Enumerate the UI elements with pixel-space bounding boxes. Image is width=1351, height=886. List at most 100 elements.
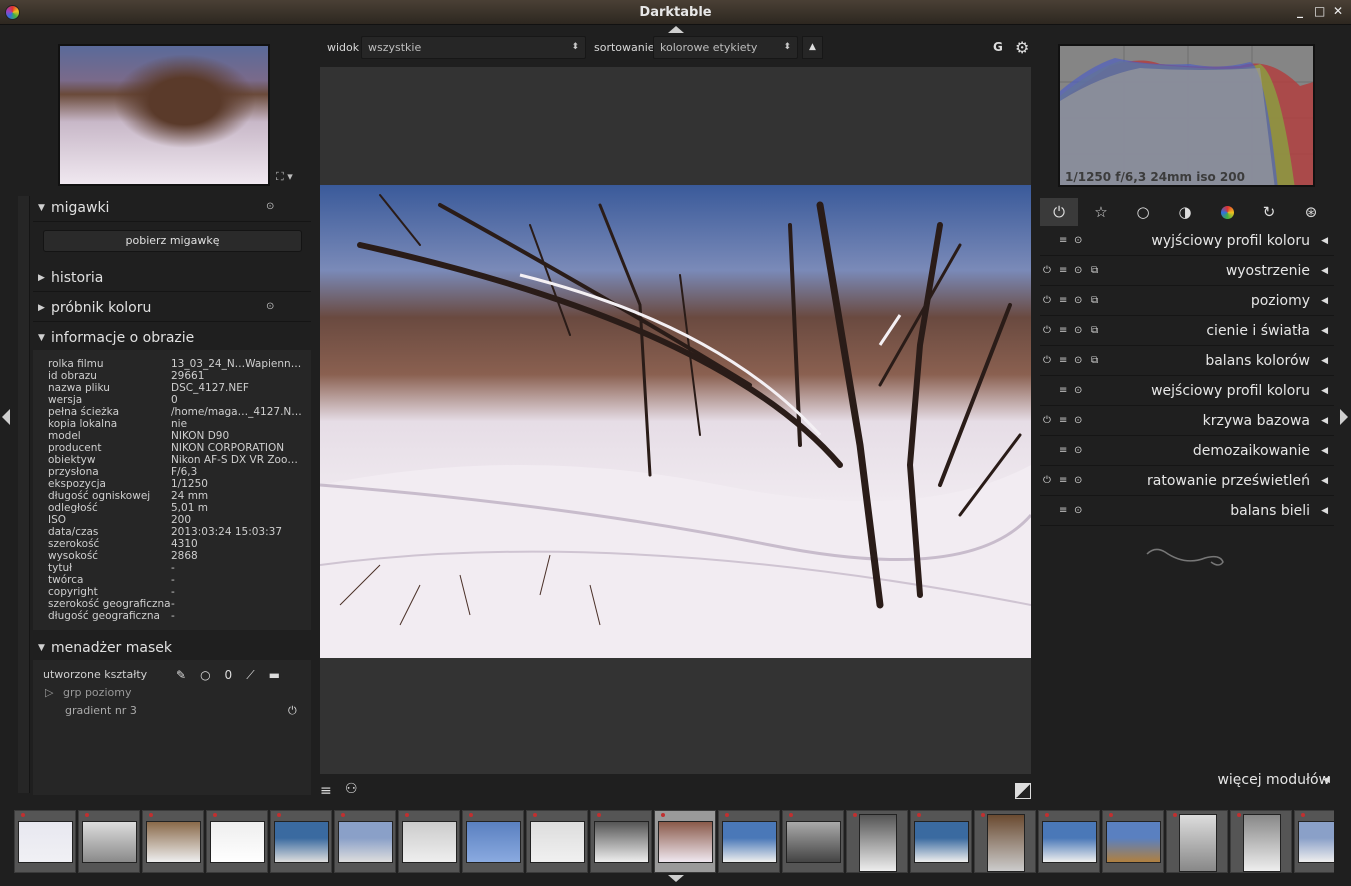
module-reset-icon[interactable]: ⊙: [1074, 385, 1082, 396]
module-power-icon[interactable]: ⏻: [1043, 415, 1051, 426]
correction-group-icon[interactable]: ↻: [1250, 198, 1288, 226]
filmstrip-thumbnail[interactable]: [718, 810, 780, 873]
module-reset-icon[interactable]: ⊙: [1074, 415, 1082, 426]
filmstrip-thumbnail[interactable]: [206, 810, 268, 873]
take-snapshot-button[interactable]: pobierz migawkę: [43, 230, 302, 252]
module-reset-icon[interactable]: ⊙: [1074, 235, 1082, 246]
brush-icon[interactable]: ⟋: [246, 668, 254, 683]
module-power-icon[interactable]: ⏻: [1043, 355, 1051, 366]
maximize-button[interactable]: □: [1314, 4, 1325, 18]
mask-group-row[interactable]: ▷ grp poziomy: [45, 686, 131, 699]
zoom-fit-dropdown[interactable]: ⛶ ▾: [276, 170, 293, 184]
processing-module[interactable]: ≡ ⊙ wyjściowy profil koloru ◀: [1040, 228, 1334, 256]
filmstrip-thumbnail[interactable]: [1166, 810, 1228, 873]
processing-module[interactable]: ⏻ ≡ ⊙ krzywa bazowa ◀: [1040, 408, 1334, 436]
module-power-icon[interactable]: ⏻: [1043, 265, 1051, 276]
processing-module[interactable]: ⏻ ≡ ⊙ ratowanie prześwietleń ◀: [1040, 468, 1334, 496]
module-history[interactable]: ▶ historia: [33, 266, 311, 292]
filmstrip-thumbnail[interactable]: [846, 810, 908, 873]
effect-group-aperture-icon[interactable]: ⊛: [1292, 198, 1330, 226]
main-photo[interactable]: [320, 185, 1031, 658]
filmstrip-thumbnail[interactable]: [974, 810, 1036, 873]
filmstrip-thumbnail[interactable]: [1102, 810, 1164, 873]
module-expand-icon[interactable]: ◀: [1321, 416, 1328, 426]
module-reset-icon[interactable]: ⊙: [1074, 355, 1082, 366]
module-power-icon[interactable]: ⏻: [1043, 325, 1051, 336]
filmstrip-thumbnail[interactable]: [334, 810, 396, 873]
basic-group-circle-icon[interactable]: ○: [1124, 198, 1162, 226]
expand-more-modules-icon[interactable]: ◀: [1323, 775, 1330, 785]
filmstrip-thumbnail[interactable]: [654, 810, 716, 873]
module-reset-icon[interactable]: ⊙: [1074, 295, 1082, 306]
filmstrip-thumbnail[interactable]: [526, 810, 588, 873]
module-expand-icon[interactable]: ◀: [1321, 266, 1328, 276]
module-expand-icon[interactable]: ◀: [1321, 356, 1328, 366]
collapse-left-panel-arrow-icon[interactable]: [2, 409, 10, 425]
filmstrip-thumbnail[interactable]: [1230, 810, 1292, 873]
grouping-button[interactable]: G: [993, 40, 1003, 54]
processing-module[interactable]: ≡ ⊙ demozaikowanie ◀: [1040, 438, 1334, 466]
styles-icon[interactable]: ⚇: [345, 781, 358, 797]
module-expand-icon[interactable]: ◀: [1321, 446, 1328, 456]
filmstrip-thumbnail[interactable]: [1294, 810, 1334, 873]
processing-module[interactable]: ≡ ⊙ balans bieli ◀: [1040, 498, 1334, 526]
module-mask-icon[interactable]: ⧉: [1091, 355, 1098, 366]
module-reset-icon[interactable]: ⊙: [1074, 325, 1082, 336]
gradient-shape-icon[interactable]: ▬: [269, 668, 280, 683]
navigation-thumbnail[interactable]: [58, 44, 270, 186]
module-color-picker[interactable]: ▶ próbnik koloru ⊙: [33, 296, 311, 322]
favourites-star-icon[interactable]: ☆: [1082, 198, 1120, 226]
module-reset-icon[interactable]: ⊙: [1074, 445, 1082, 456]
more-modules-label[interactable]: więcej modułów: [1217, 772, 1330, 788]
module-expand-icon[interactable]: ◀: [1321, 476, 1328, 486]
tone-group-icon[interactable]: ◑: [1166, 198, 1204, 226]
filmstrip-thumbnail[interactable]: [910, 810, 972, 873]
close-button[interactable]: ✕: [1333, 4, 1343, 18]
module-expand-icon[interactable]: ◀: [1321, 386, 1328, 396]
module-mask-icon[interactable]: ⧉: [1091, 295, 1098, 306]
ellipse-shape-icon[interactable]: 0: [225, 668, 233, 683]
filmstrip-thumbnail[interactable]: [462, 810, 524, 873]
collapse-filmstrip-arrow-icon[interactable]: [668, 875, 684, 882]
hamburger-menu-icon[interactable]: ≡: [320, 783, 332, 799]
module-mask-manager[interactable]: ▼ menadżer masek: [33, 636, 311, 662]
reset-icon[interactable]: ⊙: [266, 301, 276, 312]
collapse-right-panel-arrow-icon[interactable]: [1340, 409, 1348, 425]
module-presets-icon[interactable]: ≡: [1059, 475, 1067, 486]
module-presets-icon[interactable]: ≡: [1059, 385, 1067, 396]
collapse-top-panel-arrow-icon[interactable]: [668, 26, 684, 33]
filmstrip-thumbnail[interactable]: [142, 810, 204, 873]
module-reset-icon[interactable]: ⊙: [1074, 505, 1082, 516]
processing-module[interactable]: ⏻ ≡ ⊙ ⧉ balans kolorów ◀: [1040, 348, 1334, 376]
filmstrip-thumbnail[interactable]: [782, 810, 844, 873]
module-expand-icon[interactable]: ◀: [1321, 326, 1328, 336]
module-presets-icon[interactable]: ≡: [1059, 265, 1067, 276]
sort-direction-button[interactable]: ▲: [802, 36, 823, 59]
module-mask-icon[interactable]: ⧉: [1091, 325, 1098, 336]
color-group-icon[interactable]: [1208, 198, 1246, 226]
expand-group-icon[interactable]: ▷: [45, 686, 53, 699]
module-image-info[interactable]: ▼ informacje o obrazie: [33, 326, 311, 352]
module-presets-icon[interactable]: ≡: [1059, 415, 1067, 426]
module-presets-icon[interactable]: ≡: [1059, 325, 1067, 336]
reset-icon[interactable]: ⊙: [266, 201, 276, 212]
processing-module[interactable]: ⏻ ≡ ⊙ ⧉ cienie i światła ◀: [1040, 318, 1334, 346]
filmstrip-thumbnail[interactable]: [14, 810, 76, 873]
module-expand-icon[interactable]: ◀: [1321, 506, 1328, 516]
filmstrip-thumbnail[interactable]: [398, 810, 460, 873]
processing-module[interactable]: ⏻ ≡ ⊙ ⧉ wyostrzenie ◀: [1040, 258, 1334, 286]
module-presets-icon[interactable]: ≡: [1059, 445, 1067, 456]
processing-module[interactable]: ≡ ⊙ wejściowy profil koloru ◀: [1040, 378, 1334, 406]
pencil-path-icon[interactable]: ✎: [176, 668, 186, 683]
filmstrip-thumbnail[interactable]: [270, 810, 332, 873]
mask-item-row[interactable]: gradient nr 3: [65, 704, 137, 717]
module-power-icon[interactable]: ⏻: [1043, 295, 1051, 306]
minimize-button[interactable]: _: [1295, 4, 1305, 18]
module-presets-icon[interactable]: ≡: [1059, 505, 1067, 516]
module-presets-icon[interactable]: ≡: [1059, 295, 1067, 306]
module-expand-icon[interactable]: ◀: [1321, 296, 1328, 306]
mask-item-power-icon[interactable]: ⏻: [288, 704, 297, 718]
module-reset-icon[interactable]: ⊙: [1074, 265, 1082, 276]
module-expand-icon[interactable]: ◀: [1321, 236, 1328, 246]
filmstrip-thumbnail[interactable]: [78, 810, 140, 873]
